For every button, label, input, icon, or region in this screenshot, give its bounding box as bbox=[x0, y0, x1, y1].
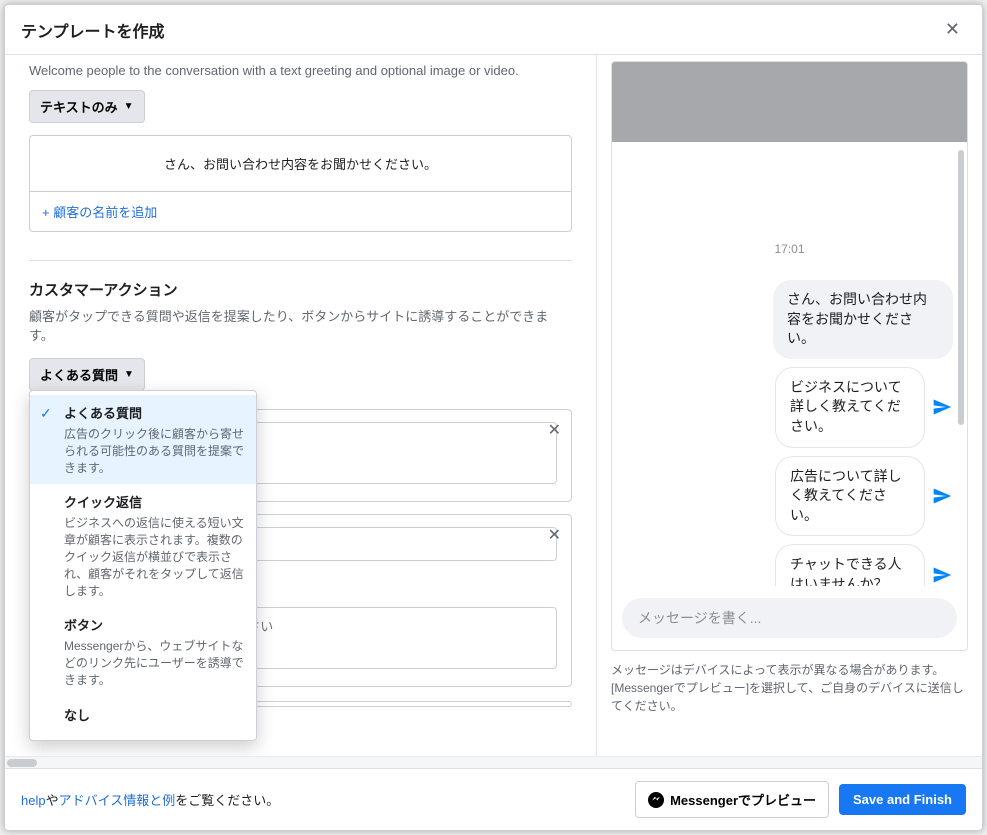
compose-input[interactable]: メッセージを書く... bbox=[622, 598, 957, 638]
action-type-dropdown-menu: ✓ よくある質問 広告のクリック後に顧客から寄せられる可能性のある質問を提案でき… bbox=[29, 390, 257, 741]
preview-note: メッセージはデバイスによって表示が異なる場合があります。[Messengerでプ… bbox=[611, 661, 968, 715]
customer-actions-title: カスタマーアクション bbox=[29, 279, 572, 300]
footer-text: をご覧ください。 bbox=[175, 793, 279, 808]
dd-desc: 広告のクリック後に顧客から寄せられる可能性のある質問を提案できます。 bbox=[64, 427, 244, 475]
send-icon[interactable] bbox=[931, 396, 953, 418]
send-icon[interactable] bbox=[931, 485, 953, 507]
send-icon[interactable] bbox=[931, 564, 953, 586]
greeting-bubble: さん、お問い合わせ内容をお聞かせください。 bbox=[773, 280, 953, 359]
create-template-modal: テンプレートを作成 ✕ Welcome people to the conver… bbox=[4, 4, 983, 831]
greeting-type-label: テキストのみ bbox=[40, 97, 118, 116]
dd-title: なし bbox=[64, 705, 244, 724]
preview-scroll-area: 17:01 さん、お問い合わせ内容をお聞かせください。 ビジネスについて詳しく教… bbox=[612, 142, 967, 586]
suggestion-row: 広告について詳しく教えてください。 bbox=[775, 456, 953, 537]
divider bbox=[29, 260, 572, 261]
modal-body: Welcome people to the conversation with … bbox=[5, 55, 982, 756]
dd-title: よくある質問 bbox=[64, 403, 244, 422]
add-customer-name-button[interactable]: + 顧客の名前を追加 bbox=[30, 191, 571, 231]
close-icon[interactable]: ✕ bbox=[939, 17, 966, 42]
remove-question-icon[interactable]: ✕ bbox=[548, 525, 561, 545]
messenger-icon bbox=[648, 792, 664, 808]
footer-help-text: helpやアドバイス情報と例をご覧ください。 bbox=[21, 790, 279, 809]
check-icon: ✓ bbox=[40, 405, 52, 422]
suggestion-row: ビジネスについて詳しく教えてください。 bbox=[775, 367, 953, 448]
help-link[interactable]: help bbox=[21, 793, 46, 808]
customer-actions-desc: 顧客がタップできる質問や返信を提案したり、ボタンからサイトに誘導することができま… bbox=[29, 306, 572, 344]
caret-down-icon: ▼ bbox=[124, 369, 134, 380]
caret-down-icon: ▼ bbox=[124, 101, 134, 112]
action-type-dropdown-wrap: よくある質問 ▼ ✓ よくある質問 広告のクリック後に顧客から寄せられる可能性の… bbox=[29, 358, 145, 391]
greeting-type-select[interactable]: テキストのみ ▼ bbox=[29, 90, 145, 123]
preview-timestamp: 17:01 bbox=[622, 242, 957, 256]
footer-buttons: Messengerでプレビュー Save and Finish bbox=[635, 781, 966, 818]
preview-button-label: Messengerでプレビュー bbox=[670, 790, 816, 809]
horizontal-scrollbar[interactable] bbox=[5, 756, 982, 768]
preview-cover-placeholder bbox=[612, 62, 967, 142]
left-pane[interactable]: Welcome people to the conversation with … bbox=[5, 55, 597, 756]
footer-text: や bbox=[46, 793, 59, 808]
suggestion-bubble[interactable]: 広告について詳しく教えてください。 bbox=[775, 456, 925, 537]
suggestion-row: チャットできる人はいませんか？ bbox=[775, 544, 953, 586]
dd-desc: Messengerから、ウェブサイトなどのリンク先にユーザーを誘導できます。 bbox=[64, 639, 244, 687]
advice-link[interactable]: アドバイス情報と例 bbox=[59, 793, 176, 808]
dropdown-item-button[interactable]: ボタン Messengerから、ウェブサイトなどのリンク先にユーザーを誘導できま… bbox=[30, 607, 256, 696]
save-and-finish-button[interactable]: Save and Finish bbox=[839, 784, 966, 815]
right-pane: 17:01 さん、お問い合わせ内容をお聞かせください。 ビジネスについて詳しく教… bbox=[597, 55, 982, 756]
remove-question-icon[interactable]: ✕ bbox=[548, 420, 561, 440]
dd-desc: ビジネスへの返信に使える短い文章が顧客に表示されます。複数のクイック返信が横並び… bbox=[64, 516, 244, 597]
modal-title: テンプレートを作成 bbox=[21, 18, 165, 42]
messenger-preview: 17:01 さん、お問い合わせ内容をお聞かせください。 ビジネスについて詳しく教… bbox=[611, 61, 968, 651]
greeting-text[interactable]: さん、お問い合わせ内容をお聞かせください。 bbox=[30, 136, 571, 191]
hscroll-thumb-left[interactable] bbox=[7, 759, 37, 767]
dd-title: クイック返信 bbox=[64, 492, 244, 511]
greeting-box: さん、お問い合わせ内容をお聞かせください。 + 顧客の名前を追加 bbox=[29, 135, 572, 232]
scrollbar[interactable] bbox=[958, 150, 964, 425]
modal-header: テンプレートを作成 ✕ bbox=[5, 5, 982, 55]
dropdown-item-faq[interactable]: ✓ よくある質問 広告のクリック後に顧客から寄せられる可能性のある質問を提案でき… bbox=[30, 395, 256, 484]
modal-footer: helpやアドバイス情報と例をご覧ください。 Messengerでプレビュー S… bbox=[5, 768, 982, 830]
suggestion-bubble[interactable]: ビジネスについて詳しく教えてください。 bbox=[775, 367, 925, 448]
action-type-select[interactable]: よくある質問 ▼ bbox=[29, 358, 145, 391]
action-type-label: よくある質問 bbox=[40, 365, 118, 384]
bubble-column: さん、お問い合わせ内容をお聞かせください。 ビジネスについて詳しく教えてください… bbox=[622, 280, 957, 586]
preview-in-messenger-button[interactable]: Messengerでプレビュー bbox=[635, 781, 829, 818]
greeting-description: Welcome people to the conversation with … bbox=[29, 63, 572, 78]
dd-title: ボタン bbox=[64, 615, 244, 634]
dropdown-item-quick-reply[interactable]: クイック返信 ビジネスへの返信に使える短い文章が顧客に表示されます。複数のクイッ… bbox=[30, 484, 256, 607]
suggestion-bubble[interactable]: チャットできる人はいませんか？ bbox=[775, 544, 925, 586]
dropdown-item-none[interactable]: なし bbox=[30, 697, 256, 736]
